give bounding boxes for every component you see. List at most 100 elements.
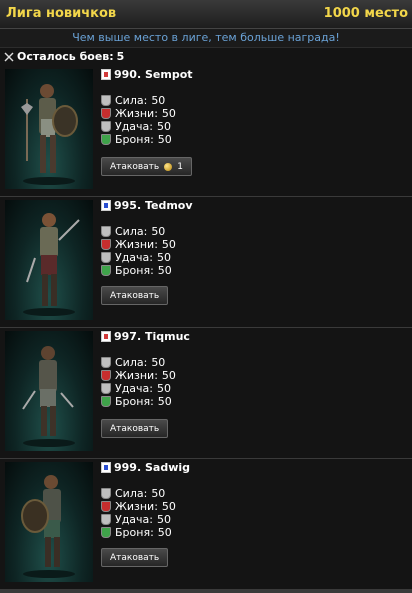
luck-shield-icon bbox=[101, 252, 111, 263]
coin-icon bbox=[164, 162, 173, 171]
stat-strength: Сила: 50 bbox=[101, 487, 190, 500]
stat-label: Броня: bbox=[115, 395, 154, 408]
attack-button[interactable]: Атаковать 1 bbox=[101, 157, 192, 176]
opponent-name-row: 995. Tedmov bbox=[101, 197, 193, 213]
stat-luck: Удача: 50 bbox=[101, 120, 193, 133]
red-flag-icon bbox=[101, 68, 111, 80]
opponent-name[interactable]: 995. Tedmov bbox=[114, 199, 193, 212]
attack-button[interactable]: Атаковать bbox=[101, 419, 169, 438]
attack-button[interactable]: Атаковать bbox=[101, 286, 169, 305]
armor-shield-icon bbox=[101, 527, 111, 538]
stat-strength: Сила: 50 bbox=[101, 225, 193, 238]
opponent-stats: Сила: 50 Жизни: 50 Удача: 50 Броня: 50 bbox=[101, 225, 193, 277]
attack-label: Атаковать bbox=[110, 161, 160, 172]
stat-value: 50 bbox=[161, 238, 176, 251]
stat-label: Жизни: bbox=[115, 369, 158, 382]
opponent-portrait[interactable] bbox=[5, 200, 93, 320]
stat-value: 50 bbox=[151, 356, 166, 369]
opponent-card: 999. Sadwig Сила: 50 Жизни: 50 Удача: 50… bbox=[0, 459, 412, 590]
battles-count: 5 bbox=[116, 50, 125, 63]
reward-hint: Чем выше место в лиге, тем больше наград… bbox=[0, 29, 412, 48]
luck-shield-icon bbox=[101, 514, 111, 525]
stat-value: 50 bbox=[157, 395, 172, 408]
stat-armor: Броня: 50 bbox=[101, 526, 190, 539]
opponent-name[interactable]: 999. Sadwig bbox=[114, 461, 190, 474]
life-shield-icon bbox=[101, 108, 111, 119]
league-header: Лига новичков 1000 место bbox=[0, 0, 412, 29]
life-shield-icon bbox=[101, 239, 111, 250]
stat-label: Удача: bbox=[115, 120, 153, 133]
stat-label: Броня: bbox=[115, 133, 154, 146]
stat-luck: Удача: 50 bbox=[101, 513, 190, 526]
stat-life: Жизни: 50 bbox=[101, 369, 190, 382]
stat-label: Удача: bbox=[115, 513, 153, 526]
opponent-card: 990. Sempot Сила: 50 Жизни: 50 Удача: 50… bbox=[0, 66, 412, 197]
blue-flag-icon bbox=[101, 461, 111, 473]
opponent-name-row: 999. Sadwig bbox=[101, 459, 190, 475]
luck-shield-icon bbox=[101, 383, 111, 394]
stat-value: 50 bbox=[157, 264, 172, 277]
stat-label: Удача: bbox=[115, 382, 153, 395]
opponent-stats: Сила: 50 Жизни: 50 Удача: 50 Броня: 50 bbox=[101, 487, 190, 539]
warrior-figure-image bbox=[21, 475, 75, 578]
armor-shield-icon bbox=[101, 134, 111, 145]
stat-armor: Броня: 50 bbox=[101, 395, 190, 408]
stat-label: Сила: bbox=[115, 225, 148, 238]
opponent-portrait[interactable] bbox=[5, 462, 93, 582]
opponent-portrait[interactable] bbox=[5, 69, 93, 189]
stat-value: 50 bbox=[157, 382, 171, 395]
attack-button[interactable]: Атаковать bbox=[101, 548, 169, 567]
strength-shield-icon bbox=[101, 95, 111, 106]
opponent-name[interactable]: 997. Tiqmuc bbox=[114, 330, 190, 343]
stat-value: 50 bbox=[157, 120, 171, 133]
attack-cost: 1 bbox=[177, 161, 183, 172]
stat-strength: Сила: 50 bbox=[101, 356, 190, 369]
stat-armor: Броня: 50 bbox=[101, 264, 193, 277]
strength-shield-icon bbox=[101, 488, 111, 499]
opponent-name-row: 997. Tiqmuc bbox=[101, 328, 190, 344]
blue-flag-icon bbox=[101, 199, 111, 211]
stat-value: 50 bbox=[157, 526, 172, 539]
warrior-figure-image bbox=[22, 346, 75, 447]
stat-strength: Сила: 50 bbox=[101, 94, 193, 107]
strength-shield-icon bbox=[101, 226, 111, 237]
stat-label: Броня: bbox=[115, 526, 154, 539]
attack-label: Атаковать bbox=[110, 552, 160, 563]
battles-label: Осталось боев: bbox=[17, 50, 114, 63]
life-shield-icon bbox=[101, 370, 111, 381]
battles-remaining: Осталось боев: 5 bbox=[0, 48, 412, 66]
stat-luck: Удача: 50 bbox=[101, 382, 190, 395]
red-flag-icon bbox=[101, 330, 111, 342]
attack-label: Атаковать bbox=[110, 290, 160, 301]
stat-value: 50 bbox=[157, 133, 172, 146]
crossed-swords-icon bbox=[4, 52, 14, 62]
stat-luck: Удача: 50 bbox=[101, 251, 193, 264]
league-title: Лига новичков bbox=[6, 6, 117, 21]
stat-label: Жизни: bbox=[115, 107, 158, 120]
opponent-stats: Сила: 50 Жизни: 50 Удача: 50 Броня: 50 bbox=[101, 356, 190, 408]
stat-life: Жизни: 50 bbox=[101, 107, 193, 120]
luck-shield-icon bbox=[101, 121, 111, 132]
stat-value: 50 bbox=[161, 107, 176, 120]
stat-label: Сила: bbox=[115, 356, 148, 369]
armor-shield-icon bbox=[101, 396, 111, 407]
warrior-figure-image bbox=[21, 84, 78, 185]
opponent-portrait[interactable] bbox=[5, 331, 93, 451]
warrior-figure-image bbox=[23, 213, 80, 316]
stat-value: 50 bbox=[157, 251, 171, 264]
attack-label: Атаковать bbox=[110, 423, 160, 434]
stat-life: Жизни: 50 bbox=[101, 500, 190, 513]
current-place: 1000 место bbox=[323, 6, 408, 21]
opponent-name[interactable]: 990. Sempot bbox=[114, 68, 193, 81]
stat-label: Удача: bbox=[115, 251, 153, 264]
opponent-stats: Сила: 50 Жизни: 50 Удача: 50 Броня: 50 bbox=[101, 94, 193, 146]
stat-value: 50 bbox=[161, 369, 176, 382]
opponent-card: 997. Tiqmuc Сила: 50 Жизни: 50 Удача: 50… bbox=[0, 328, 412, 459]
stat-label: Броня: bbox=[115, 264, 154, 277]
stat-value: 50 bbox=[151, 487, 166, 500]
stat-value: 50 bbox=[151, 225, 166, 238]
strength-shield-icon bbox=[101, 357, 111, 368]
stat-label: Жизни: bbox=[115, 238, 158, 251]
stat-label: Жизни: bbox=[115, 500, 158, 513]
stat-armor: Броня: 50 bbox=[101, 133, 193, 146]
